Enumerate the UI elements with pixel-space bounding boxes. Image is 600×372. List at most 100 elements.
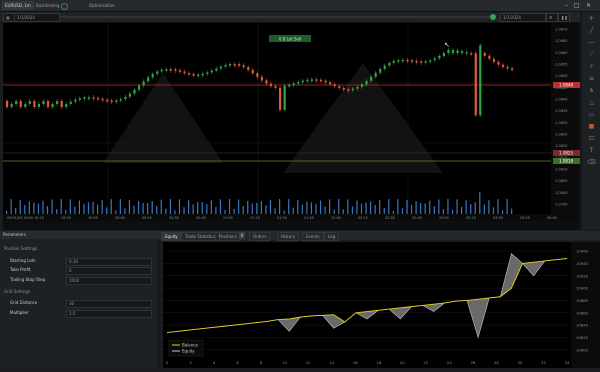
candle-body [24,104,27,107]
time-slider-handle[interactable] [490,14,496,20]
equity-chart[interactable]: 10960 10940 10920 10900 10880 10860 10840 10820… [163,242,600,368]
time-tick: 21:45 [304,216,314,220]
candle-body [224,64,227,67]
channel-tool-icon[interactable]: ⫽ [587,62,596,71]
start-date-field[interactable]: 1/1/2024 [14,13,60,22]
volume-bar [465,200,467,214]
volume-bar [238,199,240,214]
tab-log[interactable]: Log [324,232,340,241]
volume-bar [128,199,131,214]
tab-orders[interactable]: Orders [249,232,271,241]
crosshair-icon[interactable]: ✛ [587,14,596,23]
equity-x-tick: 8 [260,360,263,365]
pitchfork-icon[interactable]: ⋔ [587,86,596,95]
candle-body [101,98,104,101]
price-tick: 1.0835 [555,109,568,113]
tab-chart[interactable]: EURUSD, 1m [2,1,34,10]
equity-y-tick: 10820 [576,335,589,340]
time-tick: 23:30 [493,216,503,220]
candlesticks [6,43,514,118]
take-profit-label: Take Profit [10,267,31,272]
color-tool-icon[interactable]: ■ [587,122,596,131]
volume-bar [37,203,40,214]
equity-x-tick: 26 [470,360,475,365]
candle-body [69,101,72,104]
volume-bar [501,210,504,214]
tab-equity[interactable]: Equity [161,232,182,241]
position-settings-section[interactable]: Position Settings [4,246,37,251]
volume-bar [461,206,463,214]
volume-bar [497,199,499,214]
starting-lots-label: Starting Lots [10,258,36,263]
trailing-stop-input[interactable]: 1000 [66,277,152,285]
time-tick: 23:15 [466,216,476,220]
tab-positions[interactable]: Positions [215,232,241,241]
volume-bar [438,199,440,214]
hline-tool-icon[interactable]: ― [587,38,596,47]
starting-lots-input[interactable]: 0.10 [66,258,152,266]
tab-trade-statistics[interactable]: Trade Statistics [181,232,220,241]
measure-tool-icon[interactable]: ⊡ [587,134,596,143]
equity-y-tick: 10960 [576,249,589,254]
tab-history[interactable]: History [277,232,300,241]
equity-x-tick: 4 [213,360,216,365]
candle-body [65,104,68,107]
candle-body [206,72,209,74]
candle-body [420,61,423,63]
text-tool-icon[interactable]: T [587,146,596,155]
candle-body [33,101,36,107]
take-profit-input[interactable]: 0 [66,267,152,275]
running-indicator-icon [60,2,68,10]
ray-tool-icon[interactable]: ⟋ [587,50,596,59]
candle-body [483,53,486,56]
tab-backtesting[interactable]: Backtesting [33,1,71,10]
watermark-logo [103,63,443,173]
volume-bar [297,200,299,214]
multiplier-input[interactable]: 1.5 [66,310,152,318]
volume-bar [260,201,262,214]
volume-bar [492,207,495,214]
volume-bar [151,200,153,214]
triangle-tool-icon[interactable]: △ [587,98,596,107]
price-tick: 1.0850 [555,74,568,78]
grid-distance-input[interactable]: 30 [66,300,152,308]
price-tick: 1.0855 [555,63,568,67]
price-chart[interactable]: 1.08701.08651.08601.08551.08501.08451.08… [3,23,580,221]
candle-body [247,67,250,70]
volume-bar [78,200,80,214]
time-slider-track[interactable] [60,16,490,18]
volume-bar [183,207,185,214]
volume-bar [106,207,108,214]
eraser-icon[interactable]: ⌫ [587,158,596,167]
volume-bar [65,209,67,214]
rectangle-tool-icon[interactable]: ▭ [587,110,596,119]
price-tick: 1.0805 [555,179,568,183]
volume-bar [233,208,235,214]
equity-x-tick: 32 [541,360,546,365]
candle-body [60,101,63,107]
end-date-field[interactable]: 1/1/2024 [500,13,546,22]
candle-body [283,85,286,110]
tab-events[interactable]: Events [302,232,324,241]
candle-body [115,100,118,102]
grid-settings-section[interactable]: Grid Settings [4,289,30,294]
candle-body [447,49,450,54]
candle-body [133,89,136,94]
fib-tool-icon[interactable]: ≡ [587,74,596,83]
line-tool-icon[interactable]: ╱ [587,26,596,35]
settings-icon[interactable]: ⚙ [546,13,558,22]
tab-optimization[interactable]: Optimization [86,1,118,10]
volume-bar [392,210,394,214]
close-icon[interactable]: ✕ [586,1,591,10]
volume-bar [301,204,303,214]
candle-body [74,99,77,102]
orders-count-badge: 0 [239,232,245,239]
candle-body [456,50,459,53]
pause-icon[interactable]: ❚❚ [558,13,570,22]
equity-x-tick: 6 [236,360,239,365]
maximize-icon[interactable]: □ [574,1,580,10]
minimize-icon[interactable]: – [565,1,568,10]
volume-bar [142,202,144,214]
volume-bar [383,207,385,214]
backtest-results-panel: Equity Trade Statistics Positions 0 Orde… [159,231,600,368]
